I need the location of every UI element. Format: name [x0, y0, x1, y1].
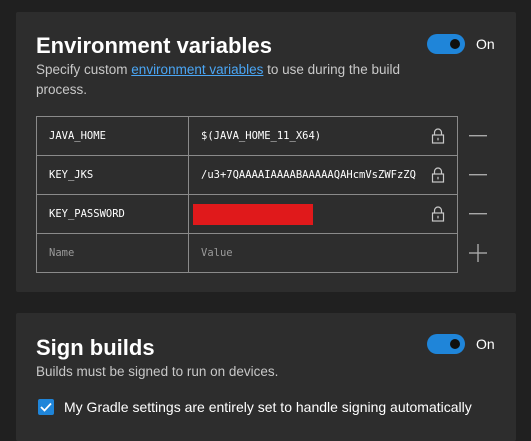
env-row-new: Name Value — [37, 234, 457, 272]
gradle-signing-label: My Gradle settings are entirely set to h… — [64, 399, 472, 415]
sign-toggle-label: On — [476, 336, 495, 352]
gradle-signing-option[interactable]: My Gradle settings are entirely set to h… — [38, 399, 472, 415]
env-section-description: Specify custom environment variables to … — [36, 60, 436, 100]
lock-icon[interactable] — [431, 206, 445, 222]
env-value-field[interactable]: /u3+7QAAAAIAAAABAAAAAQAHcmVsZWFzZQ — [189, 156, 457, 194]
env-value-field[interactable]: $(JAVA_HOME_11_X64) — [189, 117, 457, 155]
new-name-input[interactable]: Name — [37, 234, 189, 272]
env-name-field[interactable]: KEY_PASSWORD — [37, 195, 189, 233]
environment-variables-card: Environment variables On Specify custom … — [16, 12, 516, 292]
redacted-value — [193, 203, 313, 225]
lock-icon[interactable] — [431, 128, 445, 144]
env-value-text: /u3+7QAAAAIAAAABAAAAAQAHcmVsZWFzZQ — [201, 169, 416, 181]
env-toggle-group: On — [427, 34, 495, 54]
toggle-knob — [450, 339, 460, 349]
new-value-input[interactable]: Value — [189, 234, 457, 272]
plus-icon — [469, 244, 487, 262]
env-value-field[interactable] — [189, 195, 457, 233]
env-toggle-label: On — [476, 36, 495, 52]
env-name-field[interactable]: JAVA_HOME — [37, 117, 189, 155]
minus-icon — [469, 135, 487, 137]
environment-variables-link[interactable]: environment variables — [131, 62, 263, 77]
env-desc-prefix: Specify custom — [36, 62, 132, 77]
env-variables-table: JAVA_HOME $(JAVA_HOME_11_X64) KEY_JKS /u… — [36, 116, 458, 273]
minus-icon — [469, 174, 487, 176]
sign-toggle[interactable] — [427, 334, 465, 354]
remove-row-button[interactable] — [468, 204, 488, 224]
env-toggle[interactable] — [427, 34, 465, 54]
env-row-key-jks: KEY_JKS /u3+7QAAAAIAAAABAAAAAQAHcmVsZWFz… — [37, 156, 457, 195]
sign-section-description: Builds must be signed to run on devices. — [36, 364, 279, 379]
env-row-key-password: KEY_PASSWORD — [37, 195, 457, 234]
remove-row-button[interactable] — [468, 126, 488, 146]
checkmark-icon — [40, 402, 52, 412]
gradle-signing-checkbox[interactable] — [38, 399, 54, 415]
sign-section-title: Sign builds — [36, 335, 155, 360]
sign-builds-card: Sign builds On Builds must be signed to … — [16, 313, 516, 441]
minus-icon — [469, 213, 487, 215]
env-section-title: Environment variables — [36, 33, 272, 58]
lock-icon[interactable] — [431, 167, 445, 183]
env-row-java-home: JAVA_HOME $(JAVA_HOME_11_X64) — [37, 117, 457, 156]
toggle-knob — [450, 39, 460, 49]
sign-toggle-group: On — [427, 334, 495, 354]
remove-row-button[interactable] — [468, 165, 488, 185]
add-row-button[interactable] — [468, 243, 488, 263]
env-name-field[interactable]: KEY_JKS — [37, 156, 189, 194]
env-value-text: $(JAVA_HOME_11_X64) — [201, 130, 322, 142]
